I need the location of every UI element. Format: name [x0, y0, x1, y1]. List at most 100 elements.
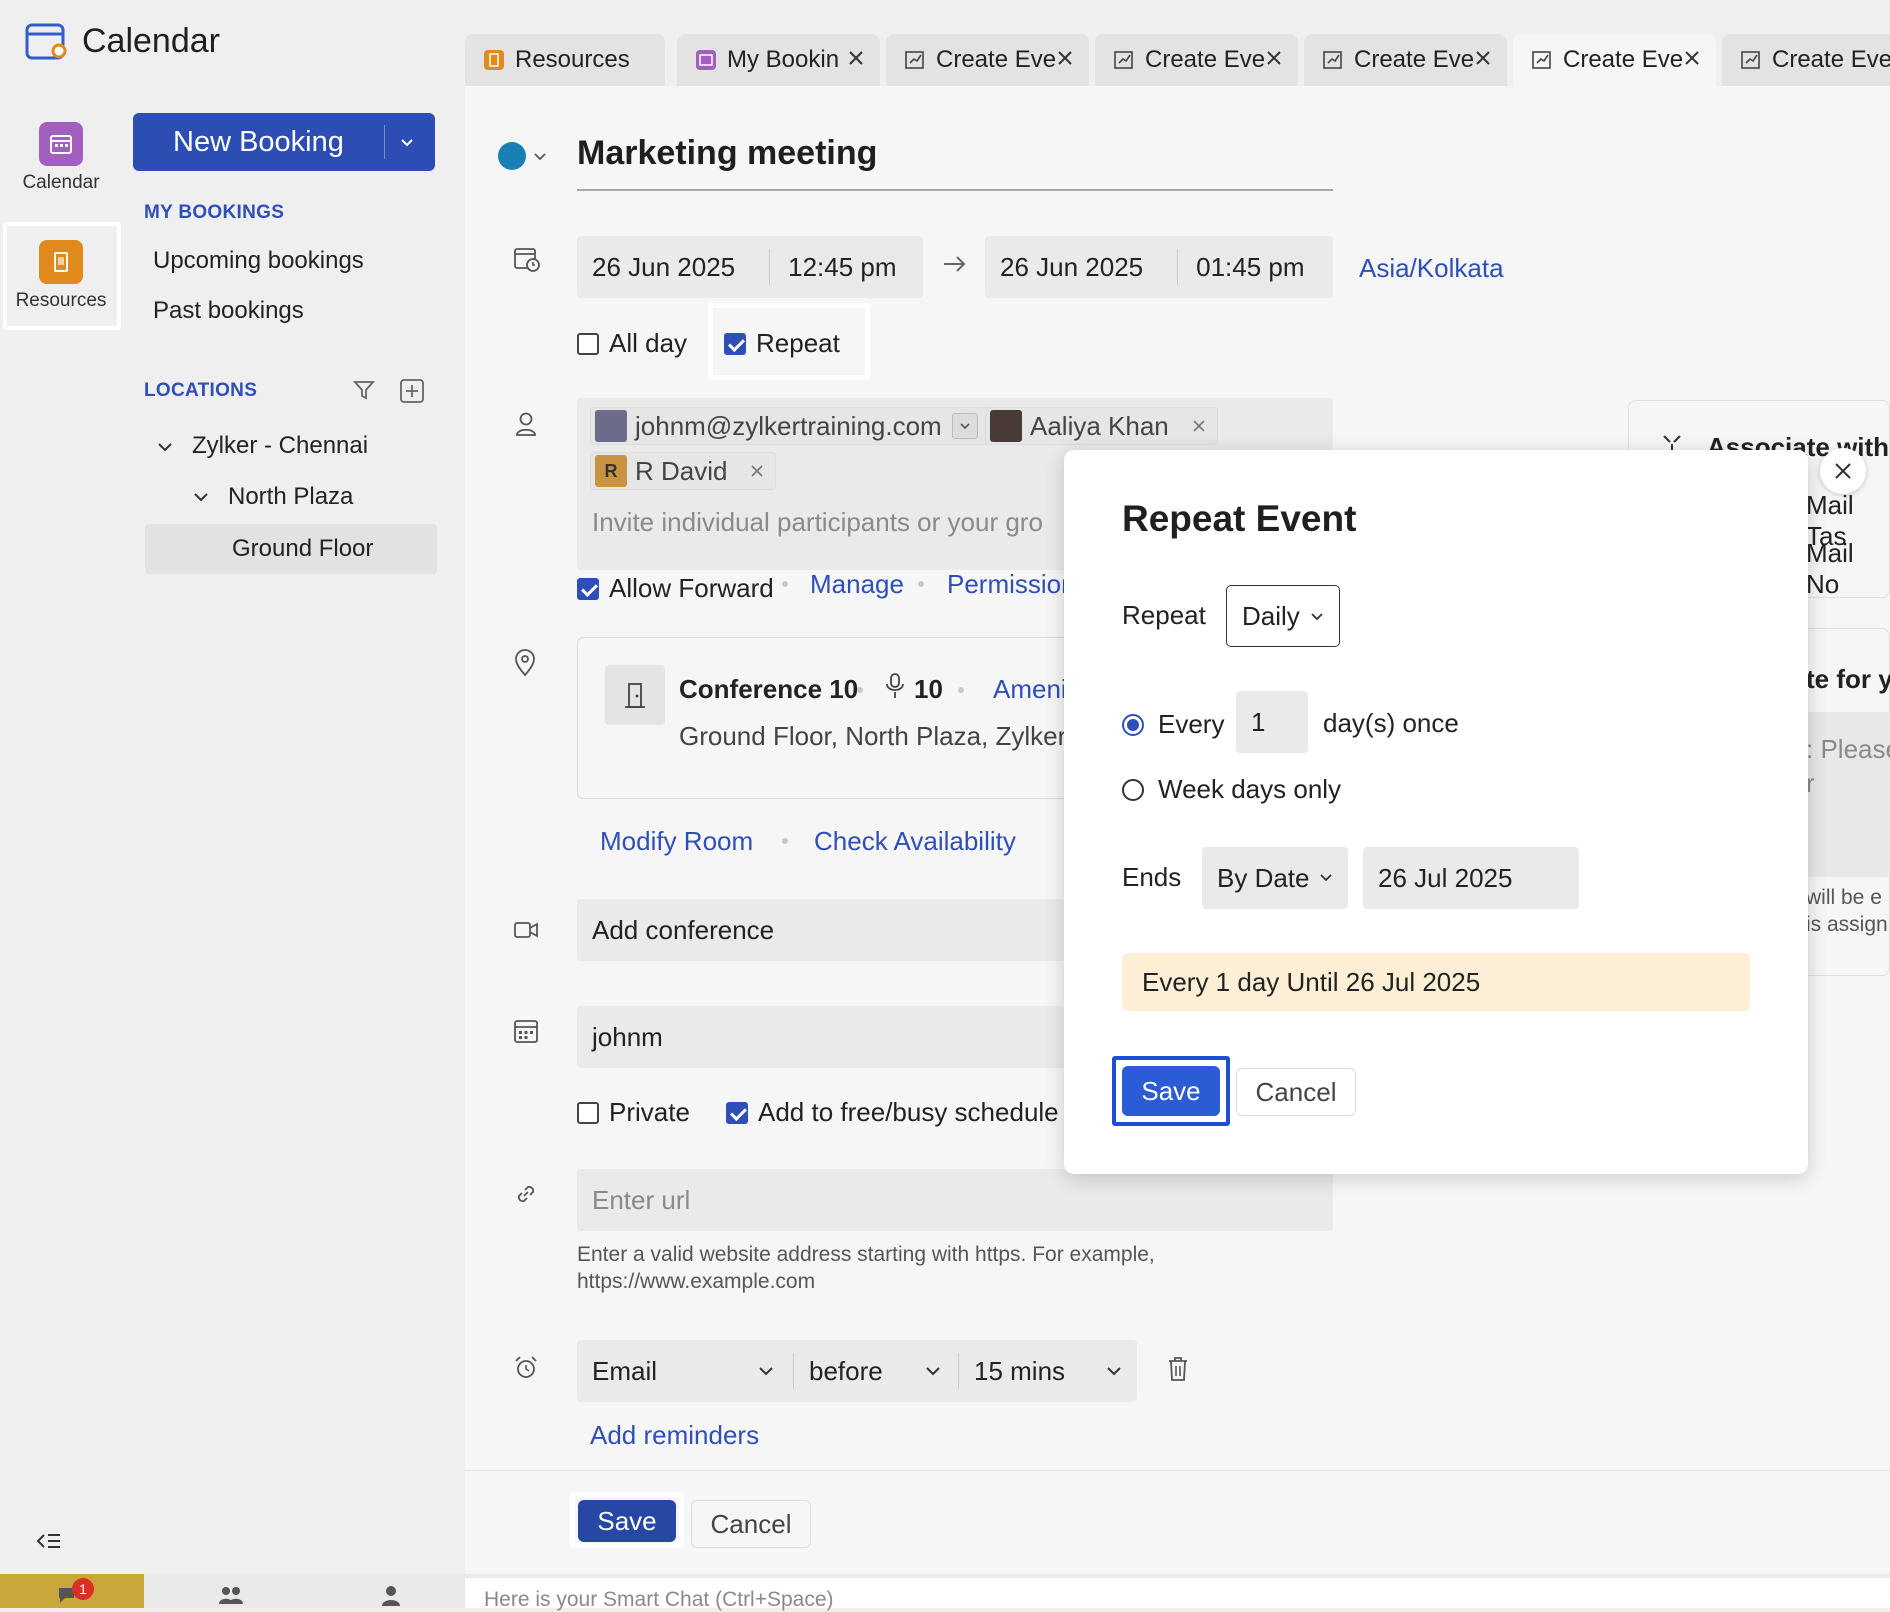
repeat-frequency-select[interactable]: Daily — [1226, 585, 1340, 647]
url-input[interactable]: Enter url — [577, 1169, 1333, 1231]
tab-create-event-1[interactable]: Create Eve — [886, 34, 1089, 86]
chevron-down-icon — [1105, 1362, 1123, 1380]
end-datetime-field[interactable]: 26 Jun 2025 01:45 pm — [985, 236, 1333, 298]
weekdays-only-radio[interactable]: Week days only — [1122, 774, 1341, 805]
reminder-type-select[interactable]: Email — [577, 1340, 793, 1402]
new-booking-button[interactable]: New Booking — [133, 113, 435, 171]
chevron-down-icon[interactable] — [397, 132, 417, 152]
sidebar-item-upcoming-bookings[interactable]: Upcoming bookings — [153, 247, 364, 275]
start-time[interactable]: 12:45 pm — [788, 252, 896, 283]
repeat-checkbox[interactable]: Repeat — [724, 328, 840, 359]
tree-item-label: Ground Floor — [232, 535, 374, 562]
chevron-down-icon[interactable] — [156, 438, 174, 456]
participant-chip[interactable]: R R David — [590, 452, 777, 490]
close-icon — [1832, 460, 1854, 482]
trash-icon[interactable] — [1166, 1355, 1190, 1383]
title-underline — [577, 189, 1333, 191]
tab-resources[interactable]: Resources — [465, 34, 665, 86]
allow-forward-checkbox[interactable]: Allow Forward — [577, 573, 774, 604]
save-button[interactable]: Save — [578, 1500, 676, 1542]
calendar-tab-icon — [695, 49, 717, 71]
modify-room-link[interactable]: Modify Room — [600, 826, 753, 857]
create-event-icon — [1740, 49, 1762, 71]
chevron-down-icon — [1318, 869, 1334, 885]
ends-label: Ends — [1122, 862, 1182, 892]
end-time[interactable]: 01:45 pm — [1196, 252, 1304, 283]
tree-item-zylker-chennai[interactable]: Zylker - Chennai — [192, 432, 368, 460]
add-conference-field[interactable]: Add conference — [577, 899, 1065, 961]
tab-create-event-2[interactable]: Create Eve — [1095, 34, 1298, 86]
chevron-down-icon — [1309, 608, 1325, 624]
tree-item-north-plaza[interactable]: North Plaza — [228, 483, 353, 511]
mail-note-link[interactable]: Mail No — [1806, 538, 1890, 600]
rail-item-calendar[interactable]: Calendar — [0, 122, 122, 194]
alarm-icon — [512, 1354, 540, 1382]
close-icon[interactable] — [1055, 48, 1075, 68]
my-bookings-heading: MY BOOKINGS — [144, 202, 285, 223]
location-pin-icon — [512, 648, 538, 678]
event-title[interactable]: Marketing meeting — [577, 134, 877, 173]
participant-chip[interactable]: johnm@zylkertraining.com — [590, 407, 989, 445]
chat-tab[interactable]: 1 — [0, 1574, 144, 1608]
permission-link[interactable]: Permission — [947, 569, 1076, 600]
timezone-link[interactable]: Asia/Kolkata — [1359, 253, 1504, 284]
start-date[interactable]: 26 Jun 2025 — [592, 252, 735, 283]
manage-link[interactable]: Manage — [810, 569, 904, 600]
tab-create-event-5[interactable]: Create Eve — [1722, 34, 1890, 86]
dialog-title: Repeat Event — [1122, 498, 1357, 539]
dialog-save-button[interactable]: Save — [1122, 1066, 1220, 1116]
close-icon[interactable] — [1473, 48, 1493, 68]
tab-my-bookings[interactable]: My Bookin — [677, 34, 880, 86]
chevron-down-icon[interactable] — [532, 148, 548, 164]
dialog-close-button[interactable] — [1820, 448, 1866, 494]
add-reminders-link[interactable]: Add reminders — [590, 1420, 759, 1451]
avatar — [595, 410, 627, 442]
smart-chat-input[interactable]: Here is your Smart Chat (Ctrl+Space) — [465, 1578, 1890, 1611]
every-count-input[interactable]: 1 — [1236, 691, 1308, 753]
amenities-link[interactable]: Ameni — [993, 674, 1067, 705]
every-suffix: day(s) once — [1323, 708, 1459, 738]
event-color-picker[interactable] — [498, 142, 526, 170]
ends-mode-select[interactable]: By Date — [1202, 847, 1348, 909]
close-icon[interactable] — [1191, 418, 1207, 434]
end-date[interactable]: 26 Jun 2025 — [1000, 252, 1143, 283]
resources-icon — [39, 240, 83, 284]
note-heading: te for yo — [1806, 664, 1890, 694]
collapse-sidebar-icon[interactable] — [36, 1530, 62, 1552]
close-icon[interactable] — [1264, 48, 1284, 68]
calendar-select[interactable]: johnm — [577, 1006, 1065, 1068]
start-datetime-field[interactable]: 26 Jun 2025 12:45 pm — [577, 236, 923, 298]
filter-icon[interactable] — [352, 378, 376, 402]
room-name: Conference 10 — [679, 674, 859, 704]
close-icon[interactable] — [846, 48, 866, 68]
calendar-icon — [39, 122, 83, 166]
invite-input[interactable]: Invite individual participants or your g… — [592, 507, 1043, 538]
cancel-button[interactable]: Cancel — [691, 1500, 811, 1548]
chevron-down-icon[interactable] — [951, 413, 978, 439]
recurrence-summary: Every 1 day Until 26 Jul 2025 — [1122, 953, 1750, 1011]
participant-chip[interactable]: Aaliya Khan — [985, 407, 1218, 445]
dialog-cancel-button[interactable]: Cancel — [1236, 1068, 1356, 1116]
tab-create-event-3[interactable]: Create Eve — [1304, 34, 1507, 86]
capacity-icon — [884, 672, 906, 700]
profile-icon[interactable] — [380, 1584, 402, 1606]
tab-create-event-active[interactable]: Create Eve — [1513, 34, 1716, 86]
tree-item-ground-floor[interactable]: Ground Floor — [145, 524, 437, 574]
every-radio[interactable]: Every — [1122, 709, 1224, 740]
reminder-duration-select[interactable]: 15 mins — [959, 1340, 1137, 1402]
check-availability-link[interactable]: Check Availability — [814, 826, 1016, 857]
sidebar-item-past-bookings[interactable]: Past bookings — [153, 297, 304, 325]
room-address: Ground Floor, North Plaza, Zylker - — [679, 721, 1083, 751]
free-busy-checkbox[interactable]: Add to free/busy schedule — [726, 1097, 1059, 1128]
add-location-icon[interactable] — [399, 378, 425, 404]
contacts-icon[interactable] — [218, 1584, 244, 1606]
reminder-when-select[interactable]: before — [794, 1340, 958, 1402]
rail-item-resources[interactable]: Resources — [0, 240, 122, 312]
private-checkbox[interactable]: Private — [577, 1097, 690, 1128]
close-icon[interactable] — [749, 463, 765, 479]
chevron-down-icon[interactable] — [192, 488, 210, 506]
link-icon — [512, 1180, 540, 1208]
ends-date-input[interactable]: 26 Jul 2025 — [1363, 847, 1579, 909]
close-icon[interactable] — [1682, 48, 1702, 68]
all-day-checkbox[interactable]: All day — [577, 328, 687, 359]
